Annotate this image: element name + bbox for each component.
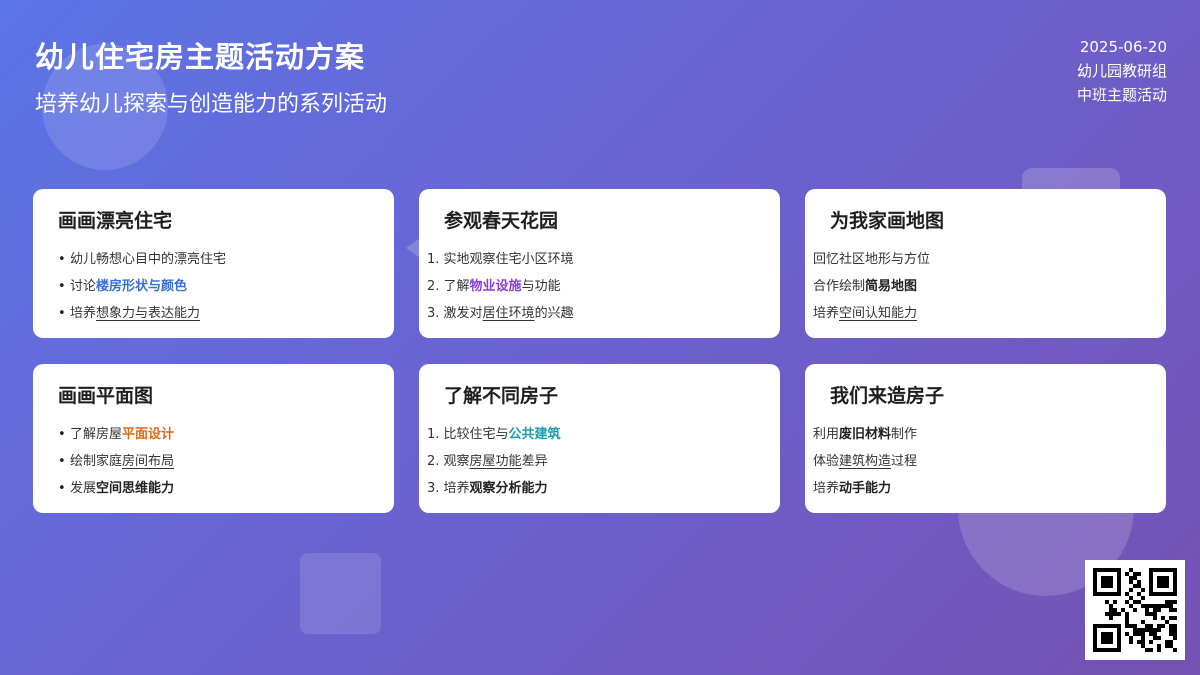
list-item: 2. 观察房屋功能差异 bbox=[427, 454, 548, 469]
activity-card-visit-garden[interactable]: 参观春天花园 1. 实地观察住宅小区环境 2. 了解物业设施与功能 3. 激发对… bbox=[419, 189, 780, 338]
card-title: 画画漂亮住宅 bbox=[58, 210, 173, 232]
header-title-block: 幼儿住宅房主题活动方案 培养幼儿探索与创造能力的系列活动 bbox=[35, 34, 387, 118]
list-item: 体验建筑构造过程 bbox=[813, 454, 918, 469]
list-item: 培养想象力与表达能力 bbox=[58, 300, 370, 327]
qr-code-icon[interactable] bbox=[1085, 560, 1185, 660]
card-list: 回忆社区地形与方位 合作绘制简易地图 培养空间认知能力 bbox=[813, 246, 1142, 327]
header-meta: 2025-06-20 幼儿园教研组 中班主题活动 bbox=[1077, 35, 1167, 107]
activity-card-different-houses[interactable]: 了解不同房子 1. 比较住宅与公共建筑 2. 观察房屋功能差异 3. 培养观察分… bbox=[419, 364, 780, 513]
list-item: 绘制家庭房间布局 bbox=[58, 448, 370, 475]
activity-card-home-map[interactable]: 为我家画地图 回忆社区地形与方位 合作绘制简易地图 培养空间认知能力 bbox=[805, 189, 1166, 338]
card-title: 为我家画地图 bbox=[830, 210, 945, 232]
list-item: 3. 激发对居住环境的兴趣 bbox=[427, 306, 574, 321]
card-title: 参观春天花园 bbox=[444, 210, 559, 232]
decorative-triangle bbox=[406, 238, 420, 258]
card-title: 画画平面图 bbox=[58, 385, 154, 407]
list-item: 了解房屋平面设计 bbox=[58, 421, 370, 448]
list-item: 讨论楼房形状与颜色 bbox=[58, 273, 370, 300]
list-item: 3. 培养观察分析能力 bbox=[427, 481, 548, 496]
card-list: 利用废旧材料制作 体验建筑构造过程 培养动手能力 bbox=[813, 421, 1142, 502]
card-list: 幼儿畅想心目中的漂亮住宅 讨论楼房形状与颜色 培养想象力与表达能力 bbox=[58, 246, 370, 327]
card-list: 1. 比较住宅与公共建筑 2. 观察房屋功能差异 3. 培养观察分析能力 bbox=[427, 421, 756, 502]
activity-card-draw-house[interactable]: 画画漂亮住宅 幼儿畅想心目中的漂亮住宅 讨论楼房形状与颜色 培养想象力与表达能力 bbox=[33, 189, 394, 338]
list-item: 利用废旧材料制作 bbox=[813, 427, 918, 442]
card-title: 了解不同房子 bbox=[444, 385, 559, 407]
page-title: 幼儿住宅房主题活动方案 bbox=[35, 40, 366, 74]
activity-card-build-house[interactable]: 我们来造房子 利用废旧材料制作 体验建筑构造过程 培养动手能力 bbox=[805, 364, 1166, 513]
page-subtitle: 培养幼儿探索与创造能力的系列活动 bbox=[35, 92, 388, 117]
activity-card-floor-plan[interactable]: 画画平面图 了解房屋平面设计 绘制家庭房间布局 发展空间思维能力 bbox=[33, 364, 394, 513]
list-item: 发展空间思维能力 bbox=[58, 475, 370, 502]
category-label: 中班主题活动 bbox=[1076, 86, 1167, 104]
decorative-square bbox=[300, 553, 381, 634]
list-item: 培养动手能力 bbox=[813, 481, 892, 496]
list-item: 1. 实地观察住宅小区环境 bbox=[427, 252, 574, 267]
list-item: 培养空间认知能力 bbox=[813, 306, 918, 321]
card-list: 1. 实地观察住宅小区环境 2. 了解物业设施与功能 3. 激发对居住环境的兴趣 bbox=[427, 246, 756, 327]
list-item: 幼儿畅想心目中的漂亮住宅 bbox=[58, 246, 370, 273]
card-title: 我们来造房子 bbox=[830, 385, 945, 407]
list-item: 1. 比较住宅与公共建筑 bbox=[427, 427, 561, 442]
card-list: 了解房屋平面设计 绘制家庭房间布局 发展空间思维能力 bbox=[58, 421, 370, 502]
list-item: 2. 了解物业设施与功能 bbox=[427, 279, 561, 294]
list-item: 合作绘制简易地图 bbox=[813, 279, 918, 294]
organization-label: 幼儿园教研组 bbox=[1076, 62, 1167, 80]
list-item: 回忆社区地形与方位 bbox=[813, 252, 931, 267]
date-label: 2025-06-20 bbox=[1079, 38, 1167, 56]
